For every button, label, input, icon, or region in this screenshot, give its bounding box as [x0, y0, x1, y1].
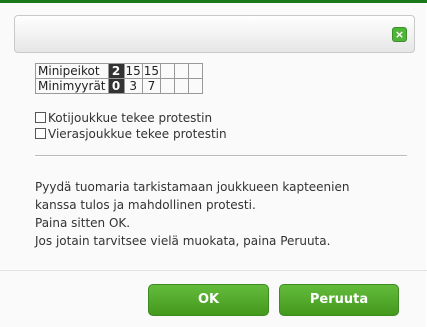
current-value-cell: 2	[107, 63, 125, 79]
close-icon[interactable]: ×	[392, 27, 407, 42]
ok-button[interactable]: OK	[148, 284, 269, 316]
current-value-cell: 0	[107, 78, 125, 94]
value-cell	[160, 78, 176, 94]
value-cell: 3	[123, 78, 143, 94]
message-line: Jos jotain tarvitsee vielä muokata, pain…	[35, 234, 331, 248]
top-border-line	[0, 0, 427, 3]
value-cell	[188, 63, 204, 79]
away-protest-option[interactable]: Vierasjoukkue tekee protestin	[35, 127, 227, 142]
protest-dialog: × Minipeikot 2 15 15 Minimyyrät 0 3 7 Ko…	[0, 0, 427, 327]
home-protest-option[interactable]: Kotijoukkue tekee protestin	[35, 111, 212, 126]
value-cell	[160, 63, 176, 79]
value-cell	[174, 63, 190, 79]
message-line: Pyydä tuomaria tarkistamaan joukkueen ka…	[35, 180, 350, 194]
table-row: Minimyyrät 0 3 7	[35, 78, 204, 94]
table-row: Minipeikot 2 15 15	[35, 63, 204, 79]
divider-highlight	[35, 156, 407, 157]
value-cell: 15	[141, 63, 162, 79]
footer-divider	[0, 270, 427, 271]
value-cell	[188, 78, 204, 94]
value-cell	[174, 78, 190, 94]
row-label: Minimyyrät	[35, 78, 109, 94]
instruction-message: Pyydä tuomaria tarkistamaan joukkueen ka…	[35, 178, 415, 250]
away-protest-checkbox[interactable]	[35, 128, 46, 139]
dialog-titlebar: ×	[14, 15, 415, 53]
cancel-button[interactable]: Peruuta	[279, 284, 399, 316]
away-protest-label: Vierasjoukkue tekee protestin	[48, 127, 227, 141]
home-protest-label: Kotijoukkue tekee protestin	[48, 111, 213, 125]
value-cell: 7	[141, 78, 162, 94]
value-cell: 15	[123, 63, 143, 79]
row-label: Minipeikot	[35, 63, 109, 79]
message-line: Paina sitten OK.	[35, 216, 131, 230]
home-protest-checkbox[interactable]	[35, 112, 46, 123]
message-line: kanssa tulos ja mahdollinen protesti.	[35, 198, 256, 212]
score-table: Minipeikot 2 15 15 Minimyyrät 0 3 7	[35, 63, 204, 94]
